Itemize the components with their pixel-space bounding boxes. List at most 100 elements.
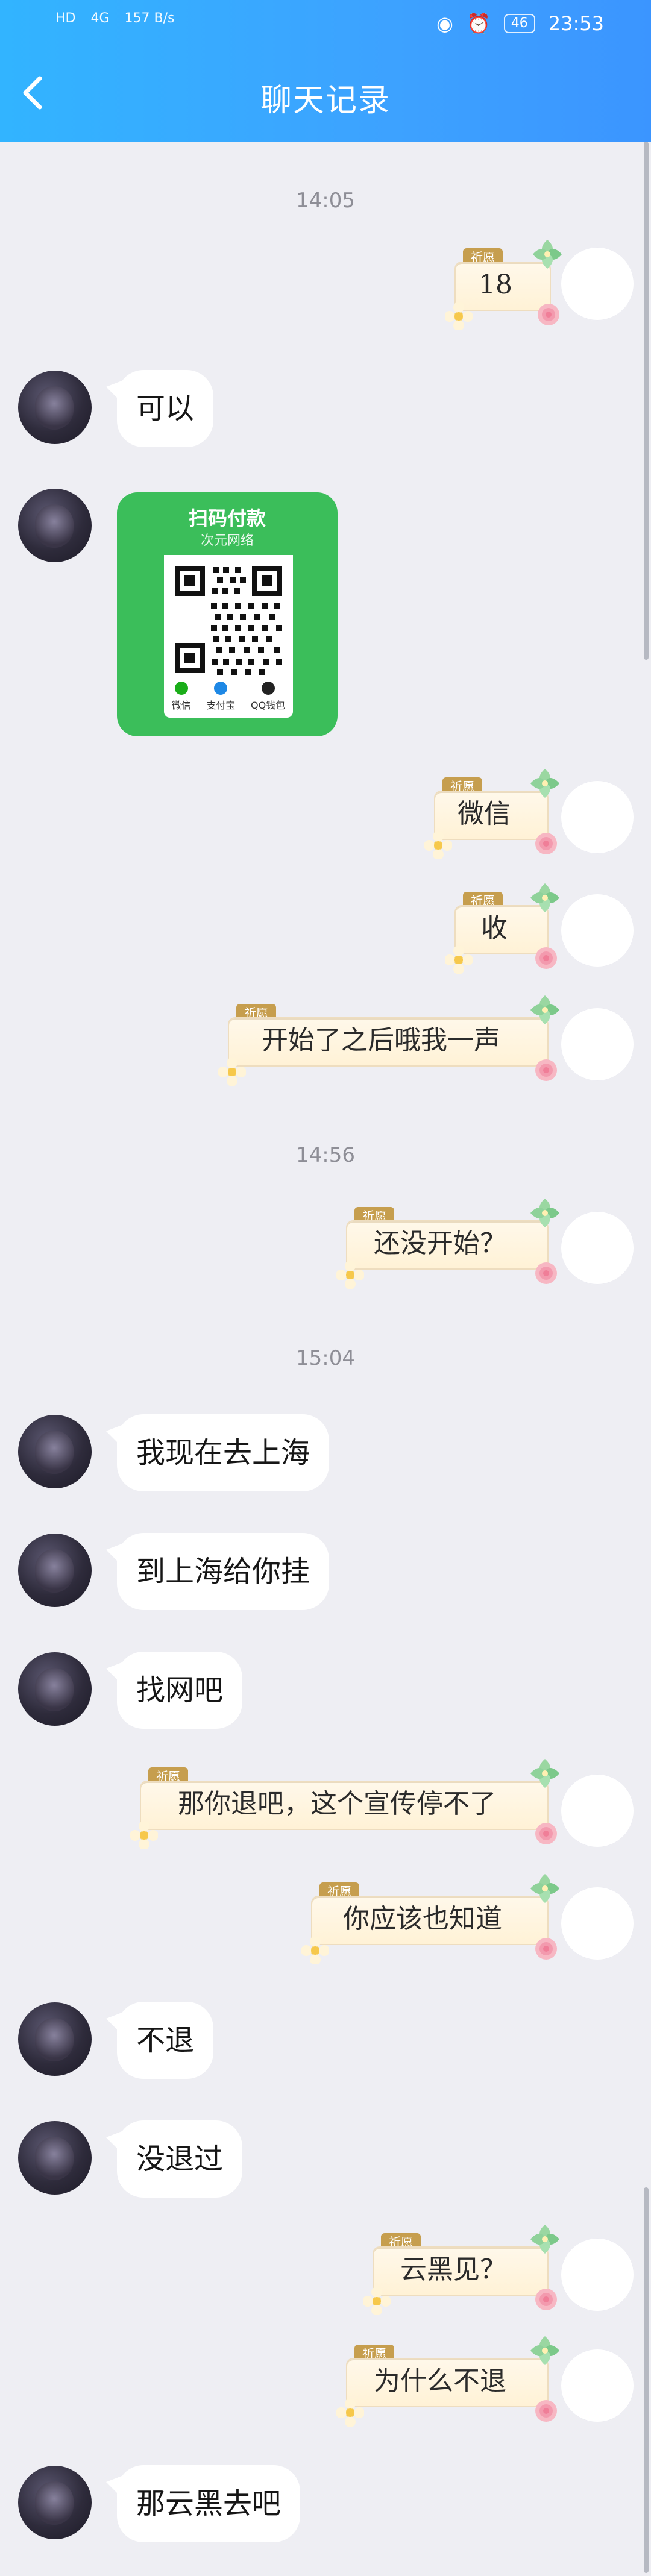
message-right[interactable]: 祈愿 微信 [424,769,559,859]
signal-indicator: 4G [90,11,110,26]
friend-avatar[interactable] [18,2121,92,2195]
alipay: 支付宝 [206,682,235,712]
message-text: 到上海给你挂 [136,1555,310,1588]
flower-icon [301,1937,329,1964]
flower-icon [530,1874,559,1903]
timestamp: 14:56 [296,1143,355,1167]
message-right[interactable]: 祈愿 那你退吧，这个宣传停不了 [130,1759,559,1849]
flower-icon [535,833,557,854]
my-avatar[interactable] [561,780,634,854]
qr-code-image [164,555,293,684]
my-avatar[interactable] [561,1774,634,1847]
message-left[interactable]: 我现在去上海 [105,1414,330,1491]
message-text: 不退 [136,2023,195,2057]
message-text: 开始了之后哦我一声 [262,1025,500,1056]
message-text: 云黑见？ [400,2254,506,2285]
qr-subtitle: 次元网络 [200,533,254,548]
eye-icon: ◉ [436,12,453,35]
qr-code-panel: 微信 支付宝 QQ钱包 [164,555,293,718]
message-right[interactable]: 祈愿 为什么不退 [336,2336,559,2427]
alipay-label: 支付宝 [206,700,236,711]
speed-indicator: 157 B/s [124,11,175,26]
status-right: ◉ ⏰ 46 23:53 [436,12,604,35]
my-avatar[interactable] [561,1887,634,1960]
message-text: 收 [481,913,508,944]
message-left[interactable]: 不退 [105,2002,214,2079]
flower-icon [530,883,559,912]
qq-icon [261,682,275,695]
flower-icon [336,1261,364,1289]
my-avatar[interactable] [561,2349,634,2422]
scrollbar[interactable] [644,142,649,660]
flower-icon [538,304,559,325]
qr-payment-methods: 微信 支付宝 QQ钱包 [164,682,293,712]
flower-icon [530,769,559,798]
scrollbar-lower[interactable] [644,2187,649,2573]
timestamp: 15:04 [296,1346,355,1370]
flower-icon [218,1058,246,1086]
friend-avatar[interactable] [18,1534,92,1607]
flower-icon [535,947,557,969]
message-left[interactable]: 没退过 [105,2120,243,2198]
flower-icon [535,1059,557,1081]
message-text: 可以 [136,392,195,425]
message-right[interactable]: 祈愿 云黑见？ [363,2225,559,2315]
message-text: 还没开始？ [374,1228,506,1259]
flower-icon [530,1199,559,1227]
message-text: 微信 [458,798,511,829]
flower-icon [530,1759,559,1788]
flower-icon [533,240,562,269]
app-header: 聊天记录 [0,58,651,130]
message-text: 那云黑去吧 [136,2487,281,2521]
flower-icon [535,1938,557,1960]
alipay-icon [214,682,228,695]
friend-avatar[interactable] [18,371,92,444]
flower-icon [535,1262,557,1284]
message-text: 我现在去上海 [136,1436,310,1470]
wechat-label: 微信 [171,700,191,711]
flower-icon [130,1822,158,1849]
page-title: 聊天记录 [260,83,391,119]
message-text: 没退过 [136,2142,224,2176]
my-avatar[interactable] [561,1211,634,1285]
status-time: 23:53 [548,12,604,35]
flower-icon [535,2289,557,2310]
flower-icon [445,302,473,330]
alarm-icon: ⏰ [466,12,491,35]
friend-avatar[interactable] [18,2002,92,2076]
my-avatar[interactable] [561,894,634,967]
message-left[interactable]: 找网吧 [105,1652,243,1729]
message-left[interactable]: 那云黑去吧 [105,2465,301,2542]
flower-icon [363,2287,391,2315]
message-left[interactable]: 到上海给你挂 [105,1533,330,1610]
message-right[interactable]: 祈愿 你应该也知道 [301,1874,559,1964]
message-text: 18 [479,269,512,300]
flower-icon [445,946,473,974]
timestamp: 14:05 [296,189,355,213]
my-avatar[interactable] [561,2238,634,2311]
my-avatar[interactable] [561,1008,634,1081]
qr-payment-card[interactable]: 扫码付款 次元网络 微信 支付宝 QQ钱包 [117,492,338,736]
flower-icon [336,2399,364,2427]
flower-icon [424,832,452,859]
flower-icon [535,1823,557,1844]
top-bar: HD 4G 157 B/s ◉ ⏰ 46 23:53 聊天记录 [0,0,651,142]
qq-label: QQ钱包 [250,700,286,711]
message-left[interactable]: 可以 [105,370,214,447]
qq-wallet: QQ钱包 [251,682,285,712]
friend-avatar[interactable] [18,1652,92,1726]
message-right[interactable]: 祈愿 还没开始？ [336,1199,559,1289]
message-right[interactable]: 祈愿 18 [445,240,562,330]
message-text: 为什么不退 [374,2366,506,2396]
flower-icon [535,2400,557,2422]
my-avatar[interactable] [561,247,634,321]
friend-avatar[interactable] [18,489,92,562]
friend-avatar[interactable] [18,1415,92,1488]
message-right[interactable]: 祈愿 收 [445,883,559,974]
hd-indicator: HD [55,11,76,26]
battery-indicator: 46 [503,14,535,33]
flower-icon [530,2225,559,2254]
friend-avatar[interactable] [18,2466,92,2539]
message-right[interactable]: 祈愿 开始了之后哦我一声 [218,995,559,1086]
flower-icon [530,995,559,1024]
